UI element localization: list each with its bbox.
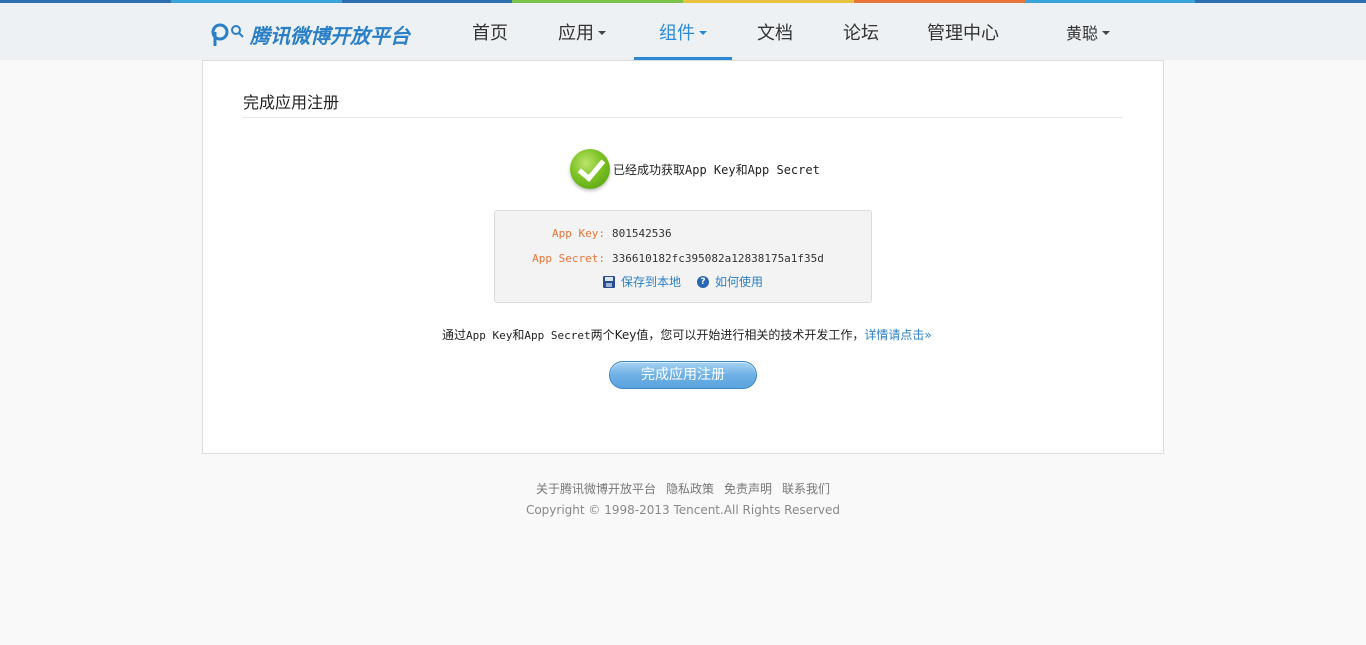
nav-item-forum[interactable]: 论坛 [818,3,904,60]
brand-logo[interactable]: 腾讯微博开放平台 [210,20,410,48]
info-and: 和 [512,328,525,342]
registration-panel: 完成应用注册 已经成功获取App Key和App Secret App Key:… [202,60,1164,454]
caret-down-icon [699,30,707,35]
nav-item-label: 论坛 [843,23,879,44]
footer-links: 关于腾讯微博开放平台 隐私政策 免责声明 联系我们 [0,480,1366,497]
weibo-logo-icon [210,20,246,48]
caret-down-icon [598,30,606,35]
footer-link-disclaimer[interactable]: 免责声明 [724,480,772,497]
main-nav: 首页 应用 组件 文档 论坛 管理中心 [450,3,1022,60]
question-icon: ? [697,275,710,288]
how-to-use-link[interactable]: ? 如何使用 [697,273,763,290]
footer-link-contact[interactable]: 联系我们 [782,480,830,497]
page-title: 完成应用注册 [243,93,340,112]
user-menu[interactable]: 黄聪 [1066,3,1111,60]
app-secret-row: App Secret: 336610182fc395082a12838175a1… [495,252,873,265]
check-circle-icon [570,149,610,189]
footer-link-about[interactable]: 关于腾讯微博开放平台 [536,480,656,497]
divider [243,117,1123,118]
info-suffix: 两个Key值，您可以开始进行相关的技术开发工作， [590,328,865,342]
info-app-key: App Key [466,329,513,342]
nav-item-docs[interactable]: 文档 [732,3,818,60]
success-message: 已经成功获取App Key和App Secret [570,149,820,189]
credentials-box: App Key: 801542536 App Secret: 336610182… [494,210,872,303]
footer: 关于腾讯微博开放平台 隐私政策 免责声明 联系我们 Copyright © 19… [0,480,1366,517]
nav-item-apps[interactable]: 应用 [530,3,634,60]
top-navigation-bar: 腾讯微博开放平台 首页 应用 组件 文档 论坛 管理中心 黄聪 [0,3,1366,60]
nav-item-label: 文档 [757,23,793,44]
app-secret-value[interactable]: 336610182fc395082a12838175a1f35d [612,252,824,265]
app-key-value[interactable]: 801542536 [612,227,672,240]
nav-item-label: 管理中心 [927,23,999,44]
save-to-local-label: 保存到本地 [621,275,682,289]
copyright: Copyright © 1998-2013 Tencent.All Rights… [525,503,841,517]
floppy-disk-icon [603,275,615,288]
caret-down-icon [1102,31,1111,35]
how-to-use-label: 如何使用 [715,275,764,289]
info-prefix: 通过 [442,328,467,342]
info-app-secret: App Secret [524,329,591,342]
user-name: 黄聪 [1066,24,1099,43]
finish-registration-button[interactable]: 完成应用注册 [609,361,757,389]
save-to-local-link[interactable]: 保存到本地 [603,273,681,290]
app-key-row: App Key: 801542536 [495,227,873,240]
info-text: 通过App Key和App Secret两个Key值，您可以开始进行相关的技术开… [442,326,932,343]
credential-actions: 保存到本地 ? 如何使用 [603,273,779,290]
nav-item-home[interactable]: 首页 [450,3,530,60]
nav-item-label: 应用 [558,23,594,44]
success-text: 已经成功获取App Key和App Secret [613,162,820,177]
nav-item-components[interactable]: 组件 [634,3,732,60]
nav-item-label: 首页 [472,23,508,44]
nav-item-admin[interactable]: 管理中心 [904,3,1022,60]
footer-link-privacy[interactable]: 隐私政策 [666,480,714,497]
app-secret-label: App Secret: [532,252,605,265]
nav-item-label: 组件 [659,23,695,44]
details-link[interactable]: 详情请点击» [864,328,931,342]
app-key-label: App Key: [552,227,605,240]
brand-title: 腾讯微博开放平台 [250,23,410,48]
